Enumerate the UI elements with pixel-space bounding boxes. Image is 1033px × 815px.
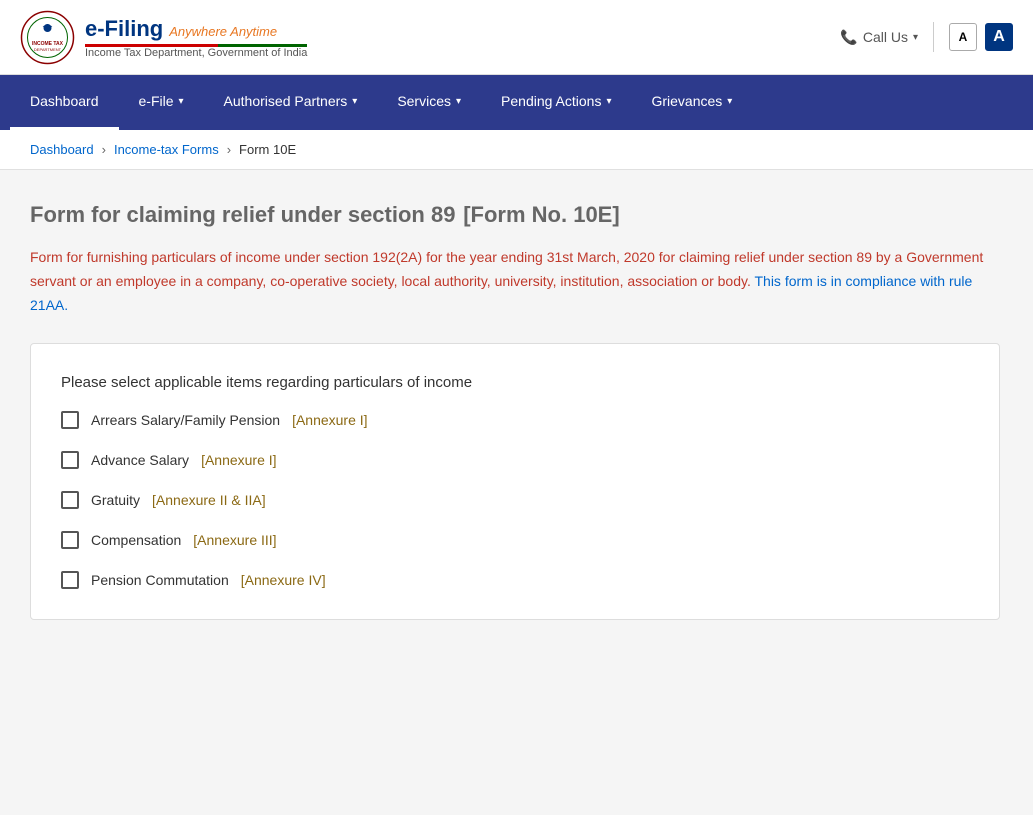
checkbox-item-arrears: Arrears Salary/Family Pension [Annexure … bbox=[61, 411, 969, 429]
nav-efile-label: e-File bbox=[139, 93, 174, 109]
nav-item-services[interactable]: Services ▾ bbox=[377, 75, 481, 130]
nav-pending-label: Pending Actions bbox=[501, 93, 601, 109]
nav-dashboard-label: Dashboard bbox=[30, 93, 99, 109]
call-us-label: Call Us bbox=[863, 29, 908, 45]
checkbox-gratuity-label: Gratuity bbox=[91, 492, 140, 508]
main-content: Form for claiming relief under section 8… bbox=[0, 170, 1033, 815]
page-description: Form for furnishing particulars of incom… bbox=[30, 246, 1000, 317]
font-small-button[interactable]: A bbox=[949, 23, 977, 51]
checkbox-item-advance: Advance Salary [Annexure I] bbox=[61, 451, 969, 469]
site-header: INCOME TAX DEPARTMENT e-Filing Anywhere … bbox=[0, 0, 1033, 75]
nav-item-authorised-partners[interactable]: Authorised Partners ▾ bbox=[204, 75, 378, 130]
call-us-chevron: ▾ bbox=[913, 32, 918, 43]
checkbox-gratuity[interactable] bbox=[61, 491, 79, 509]
brand-text: e-Filing Anywhere Anytime Income Tax Dep… bbox=[85, 16, 307, 59]
checkbox-arrears-annexure: [Annexure I] bbox=[292, 412, 368, 428]
emblem-icon: INCOME TAX DEPARTMENT bbox=[20, 10, 75, 65]
brand-main-text: e-Filing bbox=[85, 16, 163, 42]
page-title: Form for claiming relief under section 8… bbox=[30, 195, 1003, 231]
grievances-chevron-icon: ▾ bbox=[727, 96, 732, 107]
checkbox-compensation-label: Compensation bbox=[91, 532, 181, 548]
checkbox-pension-label: Pension Commutation bbox=[91, 572, 229, 588]
font-controls: A A bbox=[949, 23, 1013, 51]
page-title-main: Form for claiming relief under section 8… bbox=[30, 202, 455, 227]
checkbox-pension-commutation[interactable] bbox=[61, 571, 79, 589]
nav-services-label: Services bbox=[397, 93, 451, 109]
pending-chevron-icon: ▾ bbox=[606, 96, 611, 107]
main-nav: Dashboard e-File ▾ Authorised Partners ▾… bbox=[0, 75, 1033, 130]
nav-item-grievances[interactable]: Grievances ▾ bbox=[631, 75, 752, 130]
font-large-button[interactable]: A bbox=[985, 23, 1013, 51]
brand-tagline-text: Anywhere Anytime bbox=[169, 24, 277, 39]
checkbox-arrears-label: Arrears Salary/Family Pension bbox=[91, 412, 280, 428]
checkbox-item-compensation: Compensation [Annexure III] bbox=[61, 531, 969, 549]
services-chevron-icon: ▾ bbox=[456, 96, 461, 107]
breadcrumb-sep-1: › bbox=[102, 142, 106, 157]
checkbox-arrears-salary[interactable] bbox=[61, 411, 79, 429]
breadcrumb-current: Form 10E bbox=[239, 142, 296, 157]
logo-area: INCOME TAX DEPARTMENT e-Filing Anywhere … bbox=[20, 10, 307, 65]
efile-chevron-icon: ▾ bbox=[179, 96, 184, 107]
nav-item-efile[interactable]: e-File ▾ bbox=[119, 75, 204, 130]
checkbox-advance-label: Advance Salary bbox=[91, 452, 189, 468]
phone-icon: 📞 bbox=[840, 29, 857, 46]
breadcrumb: Dashboard › Income-tax Forms › Form 10E bbox=[0, 130, 1033, 170]
call-us-button[interactable]: 📞 Call Us ▾ bbox=[840, 29, 918, 46]
header-actions: 📞 Call Us ▾ A A bbox=[840, 22, 1013, 52]
form-card: Please select applicable items regarding… bbox=[30, 343, 1000, 620]
checkbox-compensation-annexure: [Annexure III] bbox=[193, 532, 276, 548]
form-section-title: Please select applicable items regarding… bbox=[61, 374, 969, 391]
nav-item-dashboard[interactable]: Dashboard bbox=[10, 75, 119, 130]
checkbox-pension-annexure: [Annexure IV] bbox=[241, 572, 326, 588]
header-divider bbox=[933, 22, 934, 52]
checkbox-advance-salary[interactable] bbox=[61, 451, 79, 469]
brand-subtitle: Income Tax Department, Government of Ind… bbox=[85, 47, 307, 59]
checkbox-compensation[interactable] bbox=[61, 531, 79, 549]
page-title-suffix: [Form No. 10E] bbox=[463, 202, 619, 227]
checkbox-advance-annexure: [Annexure I] bbox=[201, 452, 277, 468]
nav-item-pending-actions[interactable]: Pending Actions ▾ bbox=[481, 75, 631, 130]
checkbox-gratuity-annexure: [Annexure II & IIA] bbox=[152, 492, 266, 508]
breadcrumb-income-tax-forms[interactable]: Income-tax Forms bbox=[114, 142, 219, 157]
checkbox-item-pension: Pension Commutation [Annexure IV] bbox=[61, 571, 969, 589]
auth-partners-chevron-icon: ▾ bbox=[352, 96, 357, 107]
breadcrumb-sep-2: › bbox=[227, 142, 231, 157]
breadcrumb-dashboard[interactable]: Dashboard bbox=[30, 142, 94, 157]
checkbox-item-gratuity: Gratuity [Annexure II & IIA] bbox=[61, 491, 969, 509]
nav-auth-partners-label: Authorised Partners bbox=[224, 93, 348, 109]
nav-grievances-label: Grievances bbox=[651, 93, 722, 109]
svg-text:DEPARTMENT: DEPARTMENT bbox=[34, 47, 62, 52]
